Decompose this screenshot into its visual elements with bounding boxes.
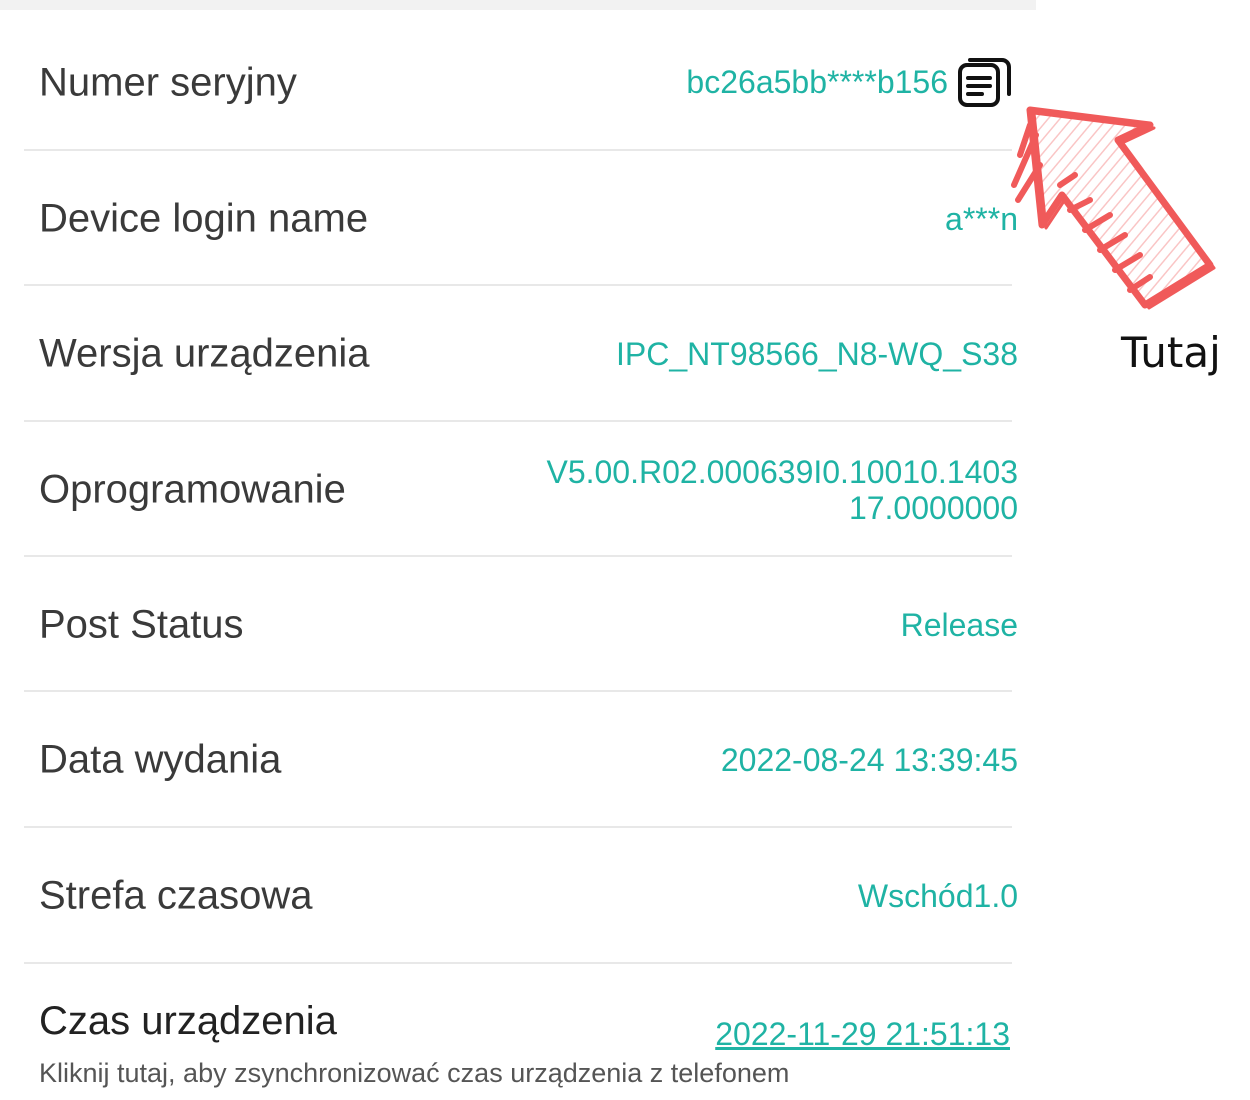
time-zone-label: Strefa czasowa bbox=[39, 873, 313, 917]
device-info-screen: Numer seryjny bc26a5bb****b156 Device lo… bbox=[0, 0, 1250, 1100]
serial-number-label: Numer seryjny bbox=[39, 60, 297, 104]
copy-icon[interactable] bbox=[956, 56, 1014, 110]
top-strip bbox=[0, 0, 1036, 10]
time-zone-row[interactable]: Strefa czasowa Wschód1.0 bbox=[0, 828, 1036, 963]
device-login-name-label: Device login name bbox=[39, 196, 369, 240]
post-status-label: Post Status bbox=[39, 602, 244, 646]
device-time-sync-hint: Kliknij tutaj, aby zsynchronizować czas … bbox=[39, 1058, 790, 1088]
hand-drawn-arrow-icon bbox=[1011, 106, 1216, 310]
release-date-value: 2022-08-24 13:39:45 bbox=[720, 741, 1018, 778]
device-version-value: IPC_NT98566_N8-WQ_S38 bbox=[616, 335, 1018, 372]
serial-number-row: Numer seryjny bc26a5bb****b156 bbox=[0, 15, 1036, 150]
device-time-sync-link[interactable]: 2022-11-29 21:51:13 bbox=[715, 1016, 1010, 1053]
device-time-row[interactable]: Czas urządzenia 2022-11-29 21:51:13 Klik… bbox=[0, 985, 1036, 1100]
firmware-value-line1: V5.00.R02.000639I0.10010.1403 bbox=[546, 453, 1018, 490]
device-version-label: Wersja urządzenia bbox=[39, 331, 370, 375]
release-date-label: Data wydania bbox=[39, 737, 282, 781]
serial-number-value: bc26a5bb****b156 bbox=[686, 64, 948, 100]
device-version-row: Wersja urządzenia IPC_NT98566_N8-WQ_S38 bbox=[0, 286, 1036, 421]
firmware-label: Oprogramowanie bbox=[39, 467, 346, 511]
post-status-row: Post Status Release bbox=[0, 557, 1036, 692]
firmware-row: Oprogramowanie V5.00.R02.000639I0.10010.… bbox=[0, 422, 1036, 557]
device-time-label: Czas urządzenia bbox=[39, 999, 337, 1043]
release-date-row: Data wydania 2022-08-24 13:39:45 bbox=[0, 692, 1036, 827]
firmware-value: V5.00.R02.000639I0.10010.1403 17.0000000 bbox=[546, 454, 1018, 526]
serial-number-value-group: bc26a5bb****b156 bbox=[686, 56, 1014, 110]
post-status-value: Release bbox=[900, 606, 1018, 643]
annotation-label: Tutaj bbox=[1121, 328, 1221, 377]
time-zone-value: Wschód1.0 bbox=[857, 877, 1018, 914]
firmware-value-line2: 17.0000000 bbox=[848, 489, 1018, 526]
device-login-name-row: Device login name a***n bbox=[0, 151, 1036, 286]
divider bbox=[24, 962, 1012, 964]
